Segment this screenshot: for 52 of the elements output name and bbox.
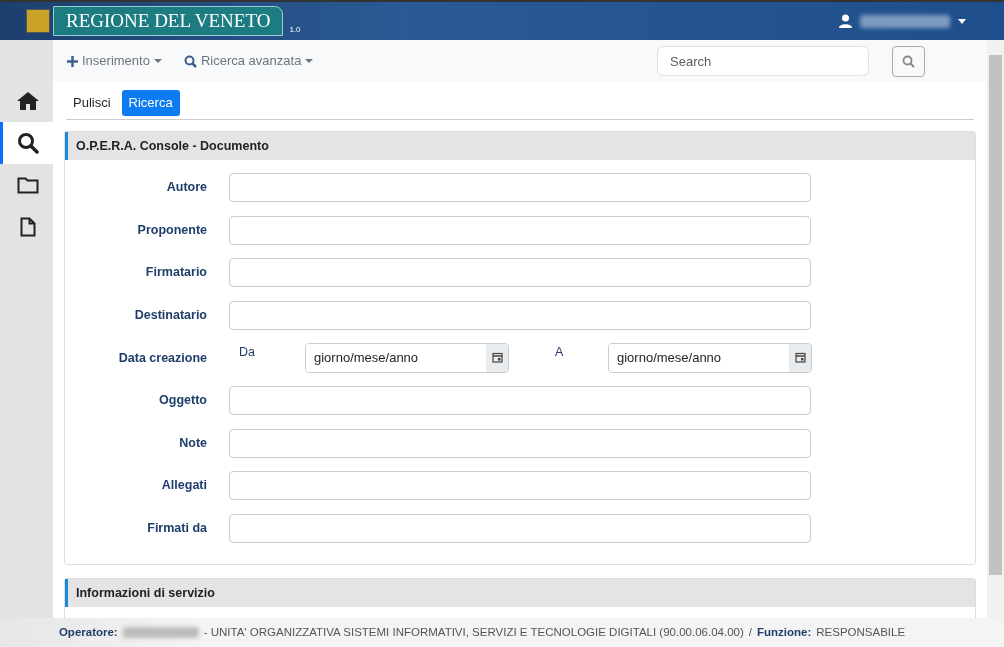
folder-icon [17,176,39,194]
separator-text: / [748,624,752,640]
search-icon [902,54,915,68]
date-field[interactable]: giorno/mese/anno [305,342,509,373]
input-field[interactable] [229,471,811,501]
field-label: Firmatario [144,264,207,282]
field-label: Allegati [160,477,207,495]
date-label: Da [238,343,256,361]
input-field[interactable] [229,173,811,203]
search-field[interactable]: Search [657,46,869,76]
search-icon [183,54,197,68]
input-field[interactable] [229,215,811,245]
scrollbar[interactable] [987,40,1004,618]
field-label: Firmati da [146,519,207,537]
caret-icon [305,59,314,63]
field-label: Note [178,434,207,452]
input-field[interactable] [229,258,811,288]
menu-button[interactable]: Ricerca avanzata [183,51,314,71]
plus-icon [67,55,78,67]
field-label: Data creazione [117,349,207,367]
document-icon [20,217,36,237]
logo: REGIONE DEL VENETO [53,6,284,36]
field-label: Destinatario [133,306,207,324]
field-label: Oggetto [158,392,207,410]
operator-label: Operatore: [58,624,118,640]
field-label: Autore [165,179,207,197]
input-field[interactable] [229,428,811,458]
panel-header: O.P.E.R.A. Console - Documento [65,131,975,161]
calendar-icon [789,343,811,372]
panel-header: Informazioni di servizio [65,578,975,608]
calendar-icon [486,343,508,372]
input-field[interactable] [229,386,811,415]
field-label: Proponente [136,221,207,239]
version-label: 1.0 [289,24,301,36]
caret-icon [153,59,162,63]
emblem-icon [26,9,50,33]
input-field[interactable] [229,513,811,543]
menu-button[interactable]: Inserimento [67,51,162,71]
sidebar-item[interactable] [0,122,53,164]
input-field[interactable] [229,300,811,330]
unit-text: - UNITA' ORGANIZZATIVA SISTEMI INFORMATIVI, SERVIZI E TECNOLOGIE DIGITALI (90.00.06.04.00) [203,624,744,640]
user-icon [839,14,852,28]
action-button[interactable]: Pulisci [66,90,118,116]
date-field[interactable]: giorno/mese/anno [608,342,812,373]
caret-icon[interactable] [958,18,966,24]
search-icon [17,132,39,154]
search-button[interactable] [892,45,925,77]
home-icon [16,91,40,111]
date-label: A [554,343,565,361]
role-label: Funzione: [756,624,812,640]
role-text: RESPONSABILE [816,624,906,640]
action-button[interactable]: Ricerca [121,90,180,116]
